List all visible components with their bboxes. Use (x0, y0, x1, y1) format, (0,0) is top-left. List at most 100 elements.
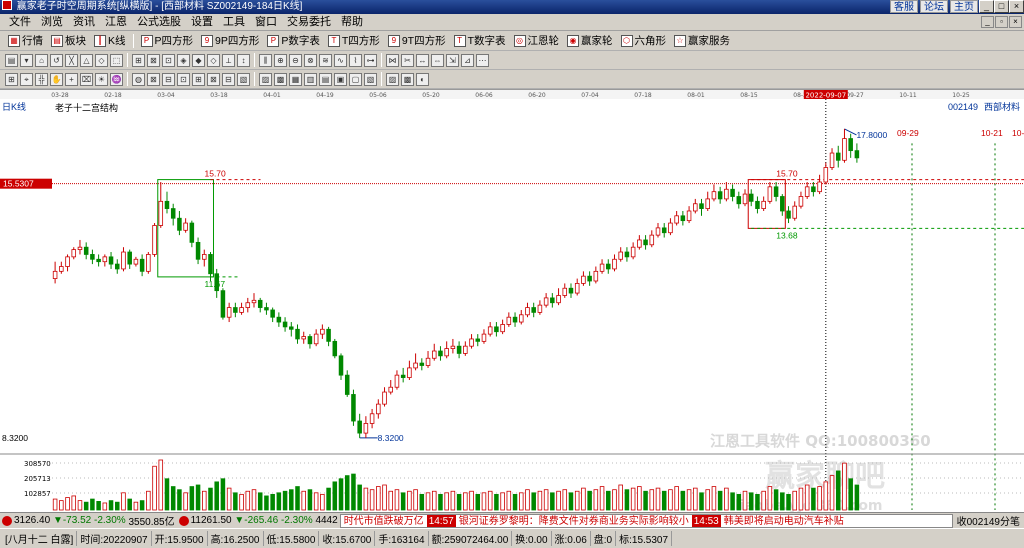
mdi-minimize-icon[interactable]: _ (981, 16, 994, 28)
drawing-tool-icon[interactable]: ⋈ (386, 53, 399, 67)
analysis-tool-icon[interactable]: ♒ (110, 72, 123, 86)
drawing-tool-icon[interactable]: ◇ (207, 53, 220, 67)
tb-hexagon-button[interactable]: ⬡ 六角形 (617, 32, 671, 49)
drawing-tool-icon[interactable]: ⊶ (364, 53, 377, 67)
analysis-tool-icon[interactable]: ▧ (237, 72, 250, 86)
tb-gann-wheel-button[interactable]: ◎ 江恩轮 (510, 32, 564, 49)
drawing-tool-icon[interactable]: ⊿ (461, 53, 474, 67)
analysis-tool-icon[interactable]: ⊞ (5, 72, 18, 86)
drawing-tool-icon[interactable]: ◈ (177, 53, 190, 67)
analysis-tool-icon[interactable]: ⌧ (80, 72, 93, 86)
analysis-tool-icon[interactable]: ✋ (50, 72, 63, 86)
analysis-tool-icon[interactable]: ▩ (401, 72, 414, 86)
menu-gann[interactable]: 江恩 (100, 14, 132, 30)
analysis-tool-icon[interactable]: ⌖ (20, 72, 33, 86)
drawing-tool-icon[interactable]: ↕ (237, 53, 250, 67)
tb-sectors-button[interactable]: ▤ 板块 (47, 32, 90, 49)
menu-settings[interactable]: 设置 (186, 14, 218, 30)
menu-help[interactable]: 帮助 (336, 14, 368, 30)
menu-formula[interactable]: 公式选股 (132, 14, 186, 30)
menu-tools[interactable]: 工具 (218, 14, 250, 30)
drawing-tool-icon[interactable]: ∿ (334, 53, 347, 67)
link-forum[interactable]: 论坛 (920, 0, 948, 13)
maximize-icon[interactable]: □ (994, 0, 1009, 13)
drawing-tool-icon[interactable]: ◇ (95, 53, 108, 67)
drawing-tool-icon[interactable]: ⊗ (304, 53, 317, 67)
analysis-tool-icon[interactable]: ☀ (95, 72, 108, 86)
analysis-tool-icon[interactable]: ▩ (274, 72, 287, 86)
menu-trade[interactable]: 交易委托 (282, 14, 336, 30)
drawing-tool-icon[interactable]: ⇲ (446, 53, 459, 67)
analysis-tool-icon[interactable]: ╬ (35, 72, 48, 86)
drawing-tool-icon[interactable]: ▾ (20, 53, 33, 67)
menu-window[interactable]: 窗口 (250, 14, 282, 30)
drawing-tool-icon[interactable]: ⟂ (222, 53, 235, 67)
drawing-tool-icon[interactable]: ↺ (50, 53, 63, 67)
mdi-close-icon[interactable]: × (1009, 16, 1022, 28)
volume-bar (550, 492, 555, 511)
analysis-tool-icon[interactable]: ⊟ (162, 72, 175, 86)
tb-quotes-button[interactable]: ▦ 行情 (4, 32, 47, 49)
kline-chart-area[interactable]: 03-28 02-18 03-04 03-18 04-01 04-19 05-06 05-20… (0, 89, 1024, 513)
menu-file[interactable]: 文件 (4, 14, 36, 30)
analysis-tool-icon[interactable]: ⊡ (177, 72, 190, 86)
drawing-tool-icon[interactable]: ◆ (192, 53, 205, 67)
tb-p-square-button[interactable]: P P四方形 (137, 32, 198, 49)
drawing-tool-icon[interactable]: ▤ (5, 53, 18, 67)
tb-t-square-button[interactable]: T T四方形 (324, 32, 384, 49)
drawing-tool-icon[interactable]: △ (80, 53, 93, 67)
analysis-tool-icon[interactable]: ▧ (364, 72, 377, 86)
news-item[interactable]: 银河证券罗黎明：降费文件对券商业务实际影响较小 (456, 515, 692, 527)
kline-chart[interactable]: 03-28 02-18 03-04 03-18 04-01 04-19 05-06 05-20… (0, 90, 1024, 513)
drawing-tool-icon[interactable]: ⊖ (289, 53, 302, 67)
ticker-tail[interactable]: 收002149分笔 (953, 513, 1024, 528)
tb-winner-wheel-button[interactable]: ◉ 赢家轮 (563, 32, 617, 49)
drawing-tool-icon[interactable]: ⇔ (431, 53, 444, 67)
tb-service-button[interactable]: ☆ 赢家服务 (670, 32, 734, 49)
analysis-tool-icon[interactable]: ▦ (289, 72, 302, 86)
analysis-tool-icon[interactable]: ⊠ (207, 72, 220, 86)
link-support[interactable]: 客服 (890, 0, 918, 13)
analysis-tool-icon[interactable]: ▨ (386, 72, 399, 86)
analysis-tool-icon[interactable]: ▨ (259, 72, 272, 86)
tb-p-table-button[interactable]: P P数字表 (263, 32, 324, 49)
analysis-tool-icon[interactable]: ▤ (319, 72, 332, 86)
drawing-tool-icon[interactable]: ⊡ (162, 53, 175, 67)
news-scroller[interactable]: 时代市值跌破万亿 14:57 银河证券罗黎明：降费文件对券商业务实际影响较小 1… (339, 513, 953, 528)
news-item[interactable]: 时代市值跌破万亿 (341, 515, 427, 527)
drawing-tool-icon[interactable]: ⊞ (132, 53, 145, 67)
sh-index[interactable]: 3126.40 ▼-73.52 -2.30% 3550.85亿 (0, 513, 177, 528)
analysis-tool-icon[interactable]: ⊞ (192, 72, 205, 86)
analysis-tool-icon[interactable]: ▥ (304, 72, 317, 86)
sz-index[interactable]: 11261.50 ▼-265.46 -2.30% 4442 (177, 515, 340, 526)
analysis-tool-icon[interactable]: + (65, 72, 78, 86)
analysis-tool-icon[interactable]: ◍ (132, 72, 145, 86)
analysis-tool-icon[interactable]: ⊟ (222, 72, 235, 86)
drawing-tool-icon[interactable]: ↔ (416, 53, 429, 67)
drawing-tool-icon[interactable]: ⊕ (274, 53, 287, 67)
tb-kline-button[interactable]: ┃ K线 (90, 32, 130, 49)
tb-9p-square-button[interactable]: 9 9P四方形 (197, 32, 263, 49)
drawing-tool-icon[interactable]: ≋ (319, 53, 332, 67)
minimize-icon[interactable]: _ (979, 0, 994, 13)
analysis-tool-icon[interactable]: ▢ (349, 72, 362, 86)
tb-9t-square-button[interactable]: 9 9T四方形 (384, 32, 450, 49)
menu-browse[interactable]: 浏览 (36, 14, 68, 30)
news-item[interactable]: 韩美即将启动电动汽车补贴 (721, 515, 847, 527)
drawing-tool-icon[interactable]: ⌇ (349, 53, 362, 67)
analysis-tool-icon[interactable]: ▣ (334, 72, 347, 86)
close-icon[interactable]: × (1009, 0, 1024, 13)
analysis-tool-icon[interactable]: ⊠ (147, 72, 160, 86)
drawing-tool-icon[interactable]: ⋯ (476, 53, 489, 67)
drawing-tool-icon[interactable]: ⬚ (110, 53, 123, 67)
drawing-tool-icon[interactable]: ╳ (65, 53, 78, 67)
drawing-tool-icon[interactable]: ✂ (401, 53, 414, 67)
analysis-tool-icon[interactable]: ◐ (416, 72, 429, 86)
mdi-restore-icon[interactable]: ▫ (995, 16, 1008, 28)
drawing-tool-icon[interactable]: ⊠ (147, 53, 160, 67)
drawing-tool-icon[interactable]: ⌂ (35, 53, 48, 67)
link-home[interactable]: 主页 (950, 0, 978, 13)
menu-info[interactable]: 资讯 (68, 14, 100, 30)
tb-t-table-button[interactable]: T T数字表 (450, 32, 510, 49)
drawing-tool-icon[interactable]: ⫼ (259, 53, 272, 67)
